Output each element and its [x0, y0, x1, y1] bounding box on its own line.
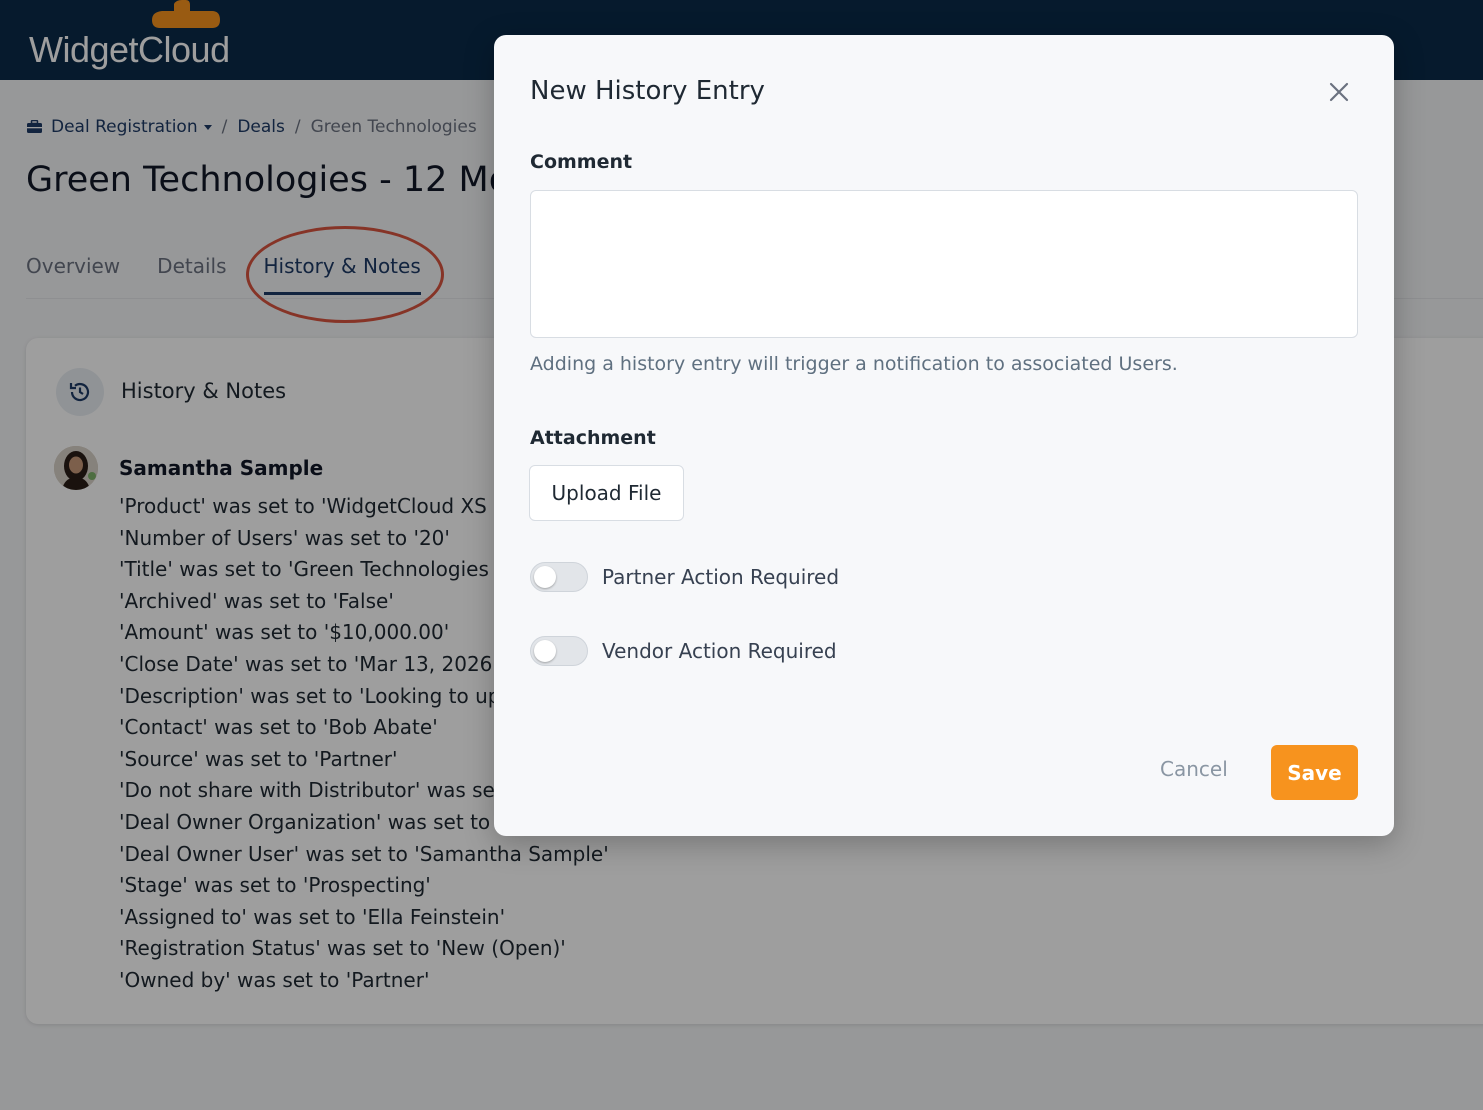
- comment-label: Comment: [530, 151, 633, 173]
- save-button[interactable]: Save: [1271, 745, 1358, 800]
- vendor-action-label: Vendor Action Required: [602, 639, 837, 663]
- vendor-action-toggle[interactable]: [530, 636, 588, 666]
- upload-file-button[interactable]: Upload File: [529, 465, 684, 521]
- modal-title: New History Entry: [530, 76, 765, 106]
- toggle-knob: [534, 640, 556, 662]
- new-history-entry-modal: New History Entry Comment Adding a histo…: [494, 35, 1394, 836]
- comment-help-text: Adding a history entry will trigger a no…: [530, 353, 1178, 375]
- partner-action-toggle[interactable]: [530, 562, 588, 592]
- toggle-knob: [534, 566, 556, 588]
- cancel-button[interactable]: Cancel: [1160, 757, 1228, 781]
- attachment-label: Attachment: [530, 427, 656, 449]
- partner-action-label: Partner Action Required: [602, 565, 840, 589]
- close-icon[interactable]: [1326, 79, 1352, 105]
- comment-input[interactable]: [530, 190, 1358, 338]
